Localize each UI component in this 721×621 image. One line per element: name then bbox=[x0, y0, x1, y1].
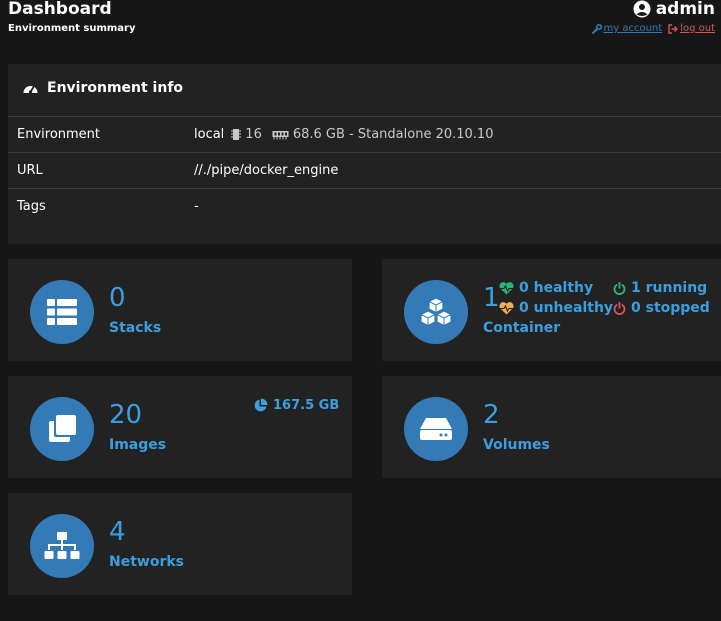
networks-icon-circle bbox=[30, 514, 94, 578]
cubes-icon bbox=[420, 297, 452, 327]
environment-info-heading: Environment info bbox=[22, 80, 183, 96]
page-title: Dashboard bbox=[8, 0, 112, 19]
power-off-icon bbox=[613, 281, 626, 295]
user-info: admin bbox=[633, 0, 715, 19]
url-value: //./pipe/docker_engine bbox=[194, 163, 339, 178]
memory-icon bbox=[272, 130, 289, 139]
power-off-icon bbox=[613, 301, 626, 315]
username: admin bbox=[655, 0, 715, 19]
images-size: 167.5 GB bbox=[253, 398, 339, 413]
url-row: URL //./pipe/docker_engine bbox=[8, 152, 721, 188]
images-size-value: 167.5 GB bbox=[273, 398, 340, 413]
log-out-label: log out bbox=[680, 23, 715, 34]
healthy-status: 0 healthy bbox=[499, 280, 593, 296]
user-circle-icon bbox=[633, 0, 651, 18]
sign-out-icon bbox=[668, 23, 679, 34]
stopped-count: 0 stopped bbox=[631, 300, 710, 316]
my-account-link[interactable]: my account bbox=[591, 23, 663, 34]
networks-count: 4 bbox=[109, 517, 126, 547]
hdd-icon bbox=[420, 418, 452, 440]
environment-info-panel: Environment info Environment local 16 68… bbox=[8, 64, 721, 244]
stacks-label: Stacks bbox=[109, 320, 162, 336]
my-account-label: my account bbox=[603, 23, 663, 34]
images-label: Images bbox=[109, 437, 167, 453]
networks-tile[interactable]: 4 Networks bbox=[8, 493, 352, 595]
heartbeat-icon bbox=[499, 301, 514, 314]
containers-tile[interactable]: 1 Container 0 healthy 0 unhealthy 1 runn… bbox=[382, 259, 721, 361]
log-out-link[interactable]: log out bbox=[668, 23, 715, 34]
volumes-tile[interactable]: 2 Volumes bbox=[382, 376, 721, 478]
environment-info-table: Environment local 16 68.6 GB - Standalon… bbox=[8, 116, 721, 224]
containers-count: 1 bbox=[483, 283, 500, 313]
page-header: Dashboard Environment summary admin my a… bbox=[0, 0, 721, 50]
heartbeat-icon bbox=[499, 281, 514, 294]
stopped-status: 0 stopped bbox=[613, 300, 710, 316]
stacks-icon-circle bbox=[30, 280, 94, 344]
environment-info-title: Environment info bbox=[47, 80, 184, 96]
networks-label: Networks bbox=[109, 554, 185, 570]
containers-icon-circle bbox=[404, 280, 468, 344]
volumes-icon-circle bbox=[404, 397, 468, 461]
wrench-icon bbox=[591, 23, 602, 34]
microchip-icon bbox=[231, 129, 242, 140]
th-list-icon bbox=[47, 299, 77, 325]
user-links: my account log out bbox=[591, 23, 715, 34]
page-subtitle: Environment summary bbox=[8, 23, 136, 34]
images-count: 20 bbox=[109, 400, 143, 430]
stacks-tile[interactable]: 0 Stacks bbox=[8, 259, 352, 361]
unhealthy-status: 0 unhealthy bbox=[499, 300, 613, 316]
environment-row: Environment local 16 68.6 GB - Standalon… bbox=[8, 116, 721, 152]
running-count: 1 running bbox=[631, 280, 708, 296]
cpu-count: 16 bbox=[245, 127, 262, 142]
memory-info: 68.6 GB - Standalone 20.10.10 bbox=[292, 127, 494, 142]
tags-value: - bbox=[194, 199, 199, 214]
images-tile[interactable]: 20 Images 167.5 GB bbox=[8, 376, 352, 478]
volumes-count: 2 bbox=[483, 400, 500, 430]
sitemap-icon bbox=[44, 532, 80, 559]
unhealthy-count: 0 unhealthy bbox=[519, 300, 614, 316]
pie-chart-icon bbox=[254, 398, 268, 412]
environment-label: Environment bbox=[17, 127, 101, 142]
containers-label: Container bbox=[483, 320, 561, 336]
volumes-label: Volumes bbox=[483, 437, 550, 453]
tachometer-icon bbox=[23, 85, 38, 94]
stacks-count: 0 bbox=[109, 283, 126, 313]
environment-value: local 16 68.6 GB - Standalone 20.10.10 bbox=[194, 127, 493, 142]
images-icon-circle bbox=[30, 397, 94, 461]
environment-name: local bbox=[194, 127, 225, 142]
healthy-count: 0 healthy bbox=[519, 280, 594, 296]
tags-row: Tags - bbox=[8, 188, 721, 224]
clone-icon bbox=[49, 415, 76, 442]
tags-label: Tags bbox=[17, 199, 46, 214]
url-label: URL bbox=[17, 163, 43, 178]
running-status: 1 running bbox=[613, 280, 707, 296]
